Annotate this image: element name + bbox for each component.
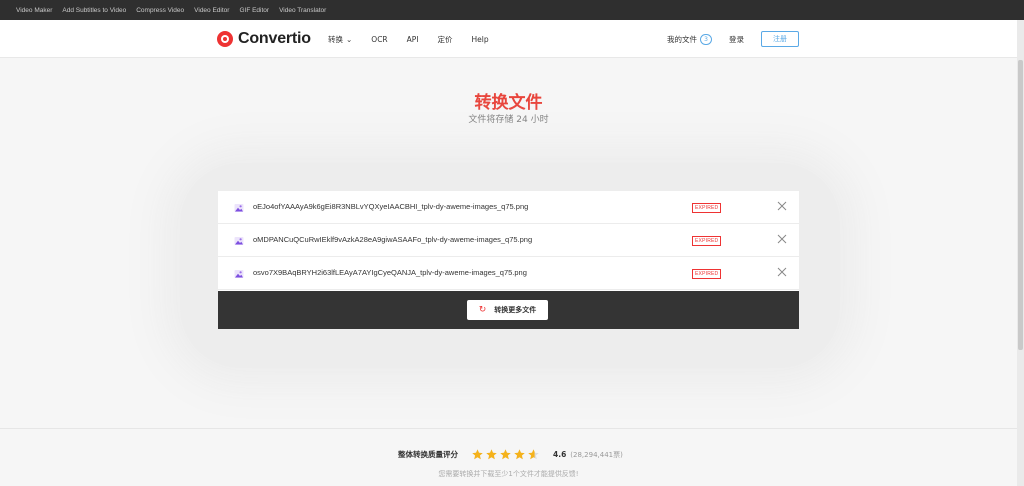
file-name: osvo7X9BAqBRYH2i63lfLEAyA7AYIgCyeQANJA_t… <box>253 268 527 277</box>
nav-item-pricing[interactable]: 定价 <box>438 34 453 45</box>
star-icon <box>514 449 525 460</box>
file-row: osvo7X9BAqBRYH2i63lfLEAyA7AYIgCyeQANJA_t… <box>218 257 799 290</box>
convertio-logo-icon <box>217 31 233 47</box>
status-badge-expired: EXPIRED <box>692 269 722 279</box>
file-list-panel: oEJo4ofYAAAyA9k6gEi8R3NBLvYQXyeIAACBHI_t… <box>218 191 799 329</box>
file-name: oEJo4ofYAAAyA9k6gEi8R3NBLvYQXyeIAACBHI_t… <box>253 202 529 211</box>
star-icon <box>500 449 511 460</box>
nav-item-convert[interactable]: 转换 ⌄ <box>328 34 352 45</box>
scrollbar-thumb[interactable] <box>1018 60 1023 350</box>
page-subtitle: 文件将存储 24 小时 <box>468 115 549 125</box>
page-title: 转换文件 <box>474 93 543 113</box>
topbar-link-video-editor[interactable]: Video Editor <box>194 7 229 14</box>
nav-item-ocr[interactable]: OCR <box>371 35 387 44</box>
page-scrollbar[interactable] <box>1017 20 1024 486</box>
star-icon <box>528 449 539 460</box>
my-files-label: 我的文件 <box>667 34 697 44</box>
topbar-link-compress-video[interactable]: Compress Video <box>136 7 184 14</box>
image-file-icon <box>234 270 244 278</box>
rating-votes: (28,294,441票) <box>570 450 623 459</box>
rating-score: 4.6 <box>553 450 567 459</box>
logo-text: Convertio <box>238 30 311 47</box>
rating-footer: 整体转换质量评分 4.6 (28,294,441票) 您需要转换并下载至少1个文… <box>0 428 1017 486</box>
action-bar: ↻ 转换更多文件 <box>218 291 799 329</box>
topbar-link-gif-editor[interactable]: GIF Editor <box>239 7 269 14</box>
signup-button[interactable]: 注册 <box>761 31 799 47</box>
nav-right: 我的文件 3 登录 注册 <box>667 31 799 47</box>
convert-more-files-button[interactable]: ↻ 转换更多文件 <box>467 300 548 320</box>
star-icon <box>472 449 483 460</box>
rating-row: 整体转换质量评分 4.6 (28,294,441票) <box>398 449 623 460</box>
rating-label: 整体转换质量评分 <box>398 450 458 459</box>
feedback-note: 您需要转换并下载至少1个文件才能提供反馈! <box>438 470 579 478</box>
close-icon[interactable] <box>777 234 787 244</box>
top-link-bar: Video Maker Add Subtitles to Video Compr… <box>0 0 1024 20</box>
convert-more-files-label: 转换更多文件 <box>494 306 537 314</box>
close-icon[interactable] <box>777 267 787 277</box>
close-icon[interactable] <box>777 201 787 211</box>
topbar-link-add-subtitles[interactable]: Add Subtitles to Video <box>62 7 126 14</box>
chevron-down-icon: ⌄ <box>346 35 353 44</box>
refresh-icon: ↻ <box>478 305 487 315</box>
image-file-icon <box>234 204 244 212</box>
star-icon <box>486 449 497 460</box>
topbar-link-video-maker[interactable]: Video Maker <box>16 7 52 14</box>
file-row: oEJo4ofYAAAyA9k6gEi8R3NBLvYQXyeIAACBHI_t… <box>218 191 799 224</box>
nav-item-help[interactable]: Help <box>472 35 489 44</box>
topbar-link-video-translator[interactable]: Video Translator <box>279 7 326 14</box>
status-badge-expired: EXPIRED <box>692 203 722 213</box>
logo[interactable]: Convertio <box>217 30 311 48</box>
image-file-icon <box>234 237 244 245</box>
status-badge-expired: EXPIRED <box>692 236 722 246</box>
my-files-link[interactable]: 我的文件 3 <box>667 33 712 45</box>
rating-stars <box>472 449 539 460</box>
main-navbar: Convertio 转换 ⌄ OCR API 定价 Help 我的文件 3 登录 … <box>0 20 1017 58</box>
nav-item-api[interactable]: API <box>407 35 419 44</box>
my-files-count-badge: 3 <box>700 33 712 45</box>
file-row: oMDPANCuQCuRwIEklf9vAzkA28eA9giwASAAFo_t… <box>218 224 799 257</box>
login-link[interactable]: 登录 <box>729 34 744 45</box>
nav-menu: 转换 ⌄ OCR API 定价 Help <box>328 34 489 45</box>
nav-item-convert-label: 转换 <box>328 35 343 44</box>
file-name: oMDPANCuQCuRwIEklf9vAzkA28eA9giwASAAFo_t… <box>253 235 533 244</box>
